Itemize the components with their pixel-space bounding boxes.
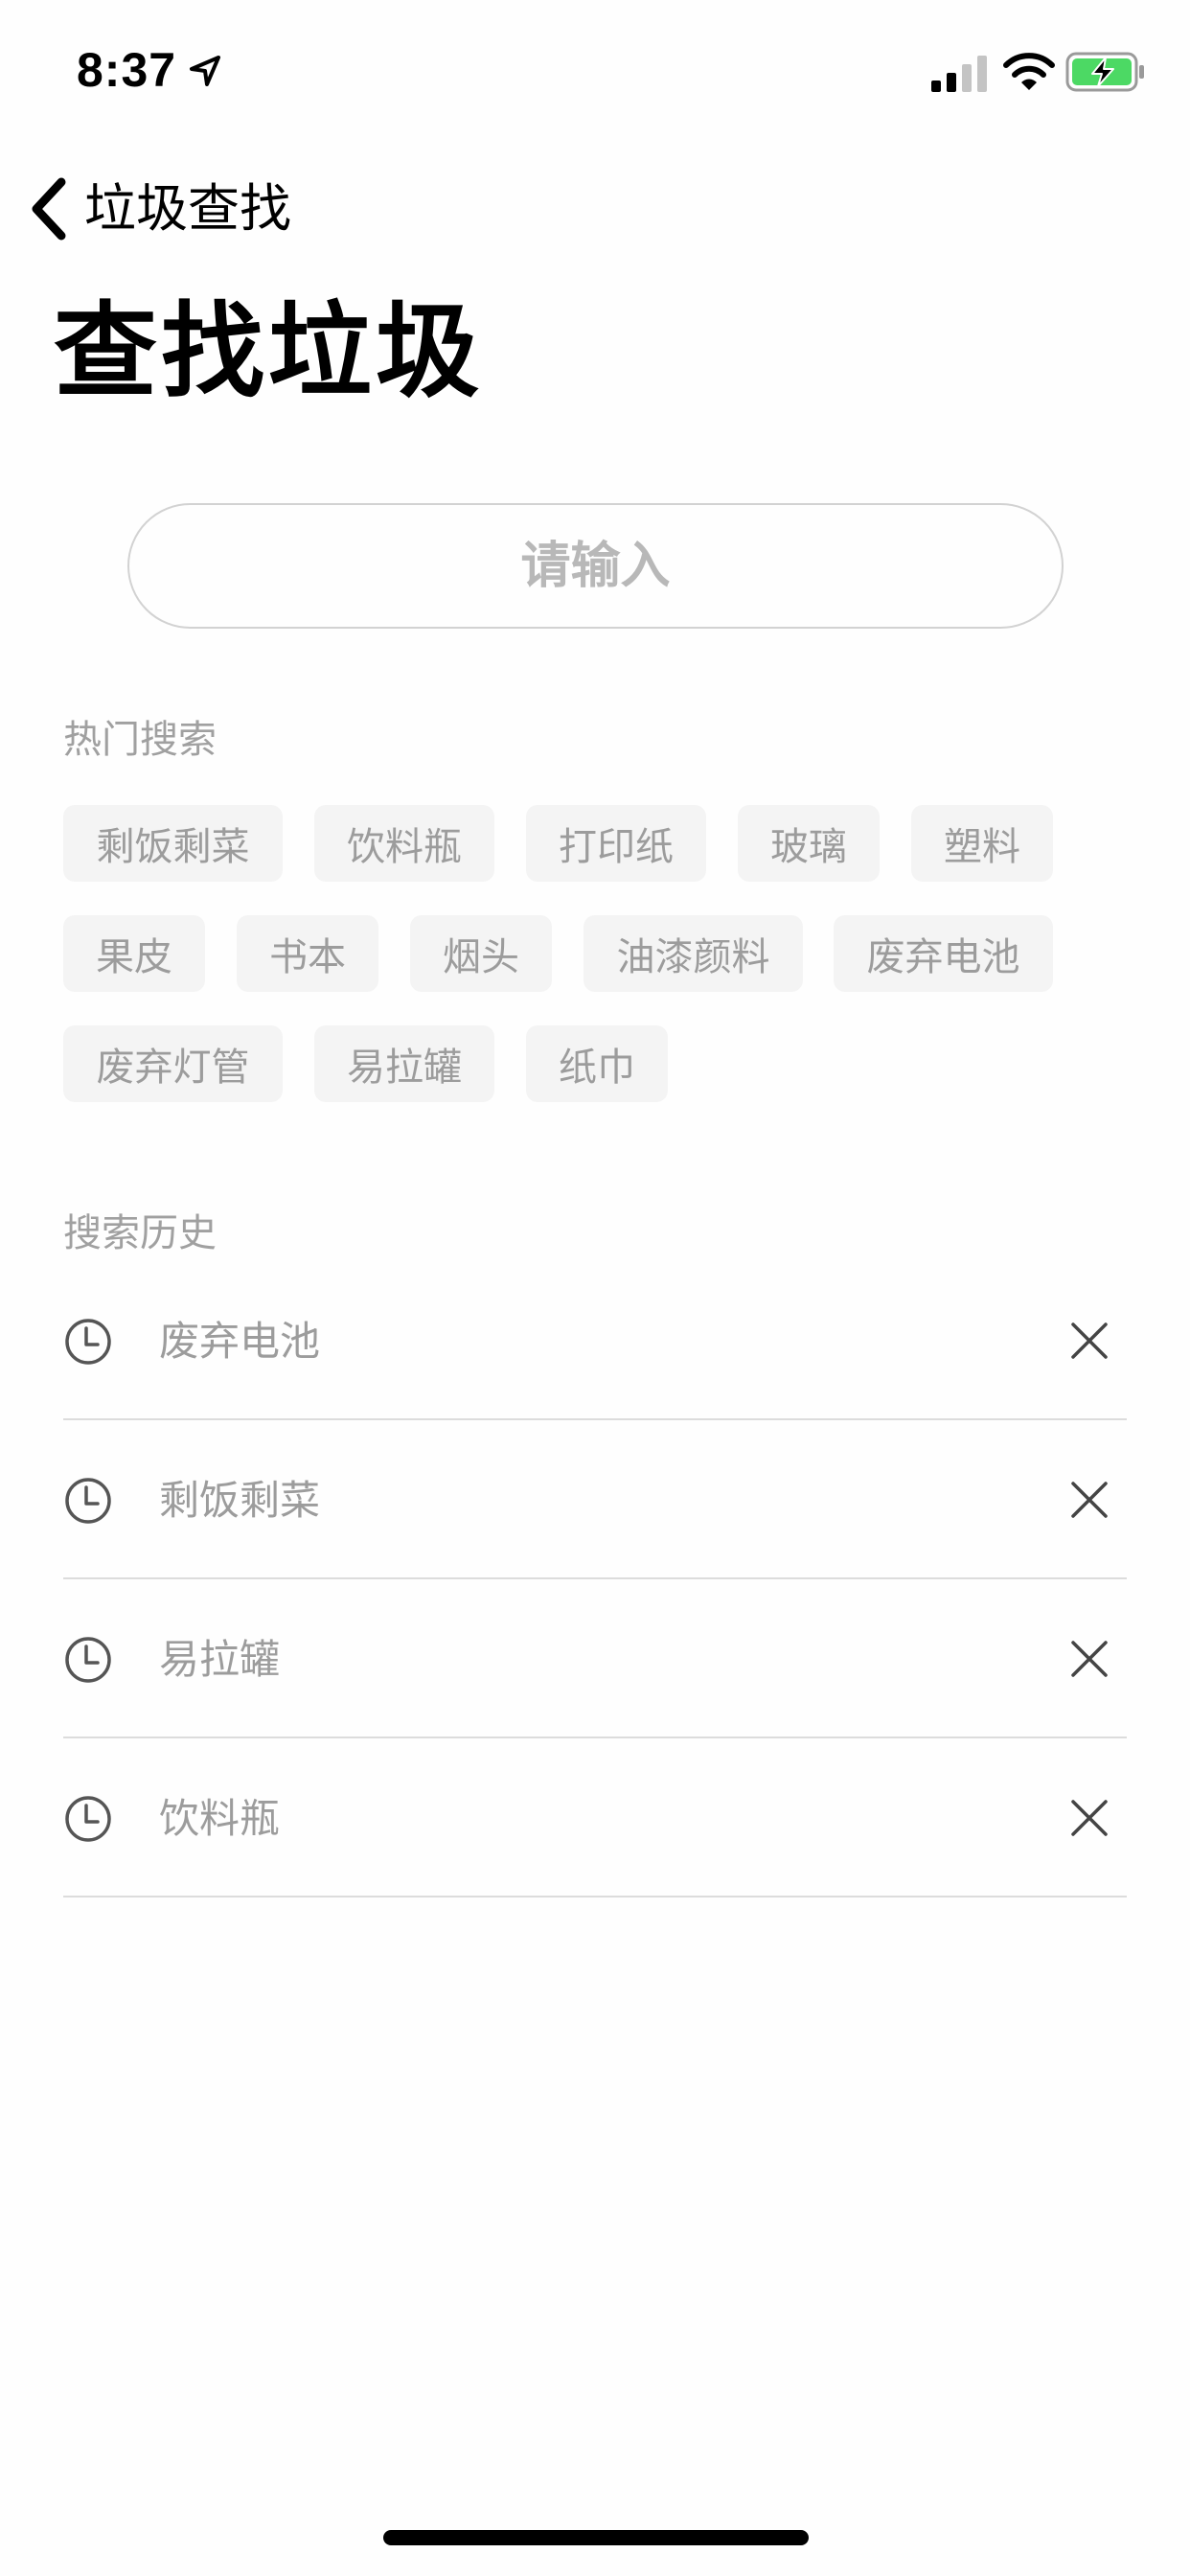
history-item[interactable]: 剩饭剩菜 bbox=[63, 1420, 1127, 1579]
search-input[interactable] bbox=[220, 536, 971, 596]
hot-search-label: 热门搜索 bbox=[63, 718, 217, 762]
hot-tag[interactable]: 果皮 bbox=[63, 915, 205, 992]
location-arrow-icon bbox=[190, 56, 220, 86]
back-button[interactable]: 垃圾查找 bbox=[21, 171, 291, 247]
history-item[interactable]: 废弃电池 bbox=[63, 1261, 1127, 1420]
battery-charging-icon bbox=[1065, 52, 1144, 92]
status-time: 8:37 bbox=[77, 43, 177, 97]
close-icon[interactable] bbox=[1065, 1317, 1113, 1365]
status-bar: 8:37 bbox=[0, 0, 1190, 144]
signal-icon bbox=[931, 56, 987, 92]
hot-tag[interactable]: 废弃灯管 bbox=[63, 1025, 283, 1102]
home-indicator[interactable] bbox=[383, 2530, 809, 2545]
search-history-label: 搜索历史 bbox=[63, 1211, 217, 1255]
history-item-text: 废弃电池 bbox=[159, 1318, 321, 1365]
hot-tag[interactable]: 剩饭剩菜 bbox=[63, 805, 283, 882]
history-item-text: 饮料瓶 bbox=[159, 1795, 281, 1842]
back-label: 垃圾查找 bbox=[84, 178, 291, 239]
hot-tag[interactable]: 塑料 bbox=[911, 805, 1053, 882]
hot-tag[interactable]: 纸巾 bbox=[526, 1025, 668, 1102]
chevron-left-icon bbox=[32, 177, 66, 241]
close-icon[interactable] bbox=[1065, 1635, 1113, 1683]
clock-icon bbox=[65, 1319, 111, 1365]
clock-icon bbox=[65, 1796, 111, 1842]
search-box[interactable] bbox=[127, 503, 1064, 629]
hot-tag[interactable]: 废弃电池 bbox=[834, 915, 1053, 992]
clock-icon bbox=[65, 1637, 111, 1683]
close-icon[interactable] bbox=[1065, 1794, 1113, 1842]
hot-tag[interactable]: 书本 bbox=[237, 915, 378, 992]
hot-tag[interactable]: 油漆颜料 bbox=[584, 915, 803, 992]
hot-tag[interactable]: 烟头 bbox=[410, 915, 552, 992]
close-icon[interactable] bbox=[1065, 1476, 1113, 1524]
hot-tag[interactable]: 易拉罐 bbox=[314, 1025, 494, 1102]
page-title: 查找垃圾 bbox=[54, 292, 484, 412]
wifi-icon bbox=[1003, 53, 1055, 90]
history-item[interactable]: 饮料瓶 bbox=[63, 1738, 1127, 1898]
history-item[interactable]: 易拉罐 bbox=[63, 1579, 1127, 1738]
history-item-text: 剩饭剩菜 bbox=[159, 1477, 321, 1524]
hot-tag[interactable]: 饮料瓶 bbox=[314, 805, 494, 882]
clock-icon bbox=[65, 1478, 111, 1524]
hot-tag[interactable]: 玻璃 bbox=[738, 805, 880, 882]
history-item-text: 易拉罐 bbox=[159, 1636, 281, 1683]
hot-tag[interactable]: 打印纸 bbox=[526, 805, 706, 882]
